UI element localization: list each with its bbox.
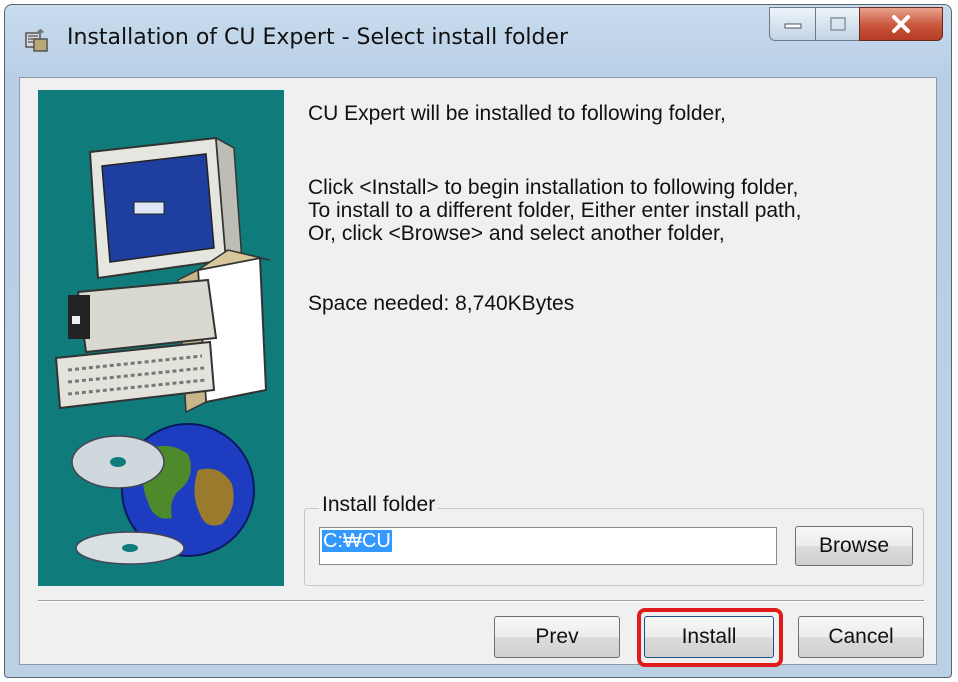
caption-buttons xyxy=(769,7,943,43)
installer-window: Installation of CU Expert - Select insta… xyxy=(4,4,952,678)
computer-globe-illustration xyxy=(54,136,271,565)
minimize-button[interactable] xyxy=(769,7,815,41)
install-instructions: Click <Install> to begin installation to… xyxy=(308,176,802,245)
footer-divider xyxy=(38,600,924,602)
install-target-message: CU Expert will be installed to following… xyxy=(308,102,726,125)
browse-button[interactable]: Browse xyxy=(795,526,913,566)
space-needed-text: Space needed: 8,740KBytes xyxy=(308,292,575,315)
install-path-value: C:₩CU xyxy=(322,530,392,552)
prev-button[interactable]: Prev xyxy=(494,616,620,658)
cancel-button[interactable]: Cancel xyxy=(798,616,924,658)
title-bar[interactable]: Installation of CU Expert - Select insta… xyxy=(5,5,951,77)
maximize-button[interactable] xyxy=(815,7,859,41)
close-icon xyxy=(892,15,910,33)
close-button[interactable] xyxy=(859,7,943,41)
window-title: Installation of CU Expert - Select insta… xyxy=(67,25,569,50)
install-folder-group: Install folder C:₩CU Browse xyxy=(304,493,924,586)
install-folder-label: Install folder xyxy=(319,493,439,517)
dialog-client-area: CU Expert will be installed to following… xyxy=(19,77,937,667)
minimize-icon xyxy=(784,23,801,29)
install-button[interactable]: Install xyxy=(644,616,774,658)
install-path-input[interactable]: C:₩CU xyxy=(319,527,777,565)
maximize-icon xyxy=(829,17,846,31)
installer-app-icon xyxy=(25,29,48,52)
installer-banner-image xyxy=(38,90,284,586)
